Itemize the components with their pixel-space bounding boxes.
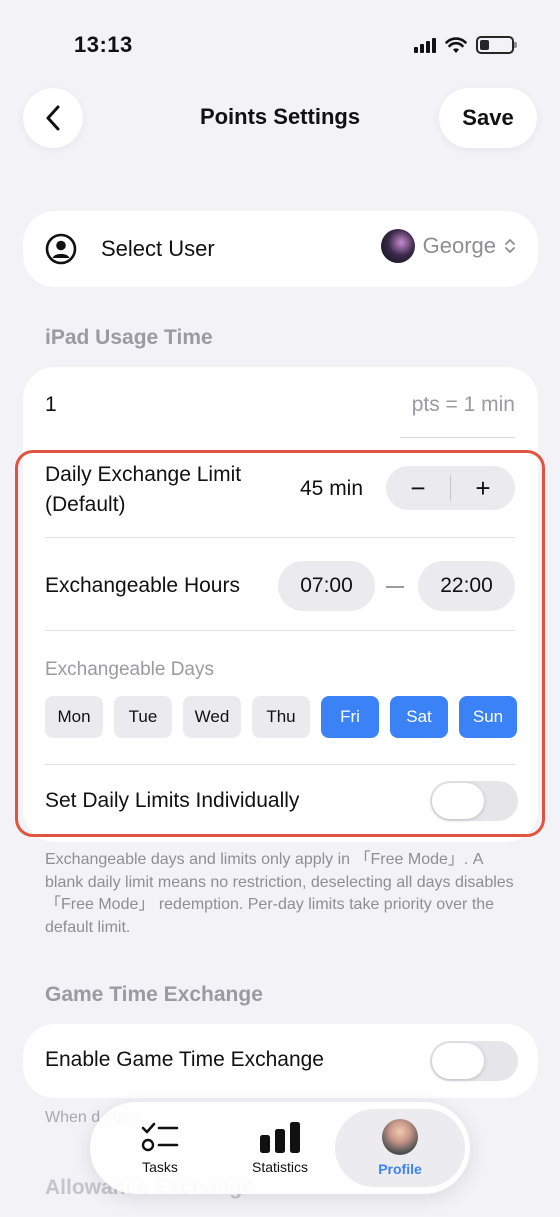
highlight-frame xyxy=(15,450,545,837)
tab-tasks-label: Tasks xyxy=(142,1159,178,1175)
tab-profile-label: Profile xyxy=(378,1161,422,1177)
user-picker[interactable]: George xyxy=(380,229,516,263)
battery-icon xyxy=(476,36,517,54)
tab-bar: Tasks Statistics Profile xyxy=(90,1102,470,1194)
person-circle-icon xyxy=(45,233,77,265)
tab-profile[interactable]: Profile xyxy=(360,1102,440,1194)
toggle-knob xyxy=(432,1043,484,1079)
select-user-row[interactable]: Select User George xyxy=(23,211,538,287)
status-time: 13:13 xyxy=(74,32,133,57)
status-bar: 13:13 xyxy=(0,0,560,80)
bar-chart-icon xyxy=(260,1122,300,1153)
selected-user-name: George xyxy=(422,233,496,258)
select-user-label: Select User xyxy=(101,236,215,261)
tab-statistics-label: Statistics xyxy=(251,1159,308,1175)
tab-statistics[interactable]: Statistics xyxy=(235,1102,325,1194)
avatar xyxy=(380,229,415,263)
input-underline xyxy=(400,437,515,438)
cellular-signal-icon xyxy=(414,37,436,53)
wifi-icon xyxy=(445,36,467,53)
game-time-card: Enable Game Time Exchange xyxy=(23,1024,538,1098)
points-unit-label: pts = 1 min xyxy=(411,393,515,416)
free-mode-footnote: Exchangeable days and limits only apply … xyxy=(45,851,514,936)
chevron-up-down-icon xyxy=(505,239,515,253)
save-button[interactable]: Save xyxy=(439,88,537,148)
enable-game-time-label: Enable Game Time Exchange xyxy=(45,1048,324,1071)
profile-avatar xyxy=(382,1119,418,1155)
game-time-section-title: Game Time Exchange xyxy=(45,983,263,1006)
tasks-icon xyxy=(141,1122,179,1152)
status-icons xyxy=(414,36,517,54)
enable-game-time-toggle[interactable] xyxy=(430,1041,518,1081)
tab-tasks[interactable]: Tasks xyxy=(120,1102,200,1194)
ipad-usage-section-title: iPad Usage Time xyxy=(45,326,213,349)
points-input[interactable]: 1 xyxy=(45,393,57,417)
